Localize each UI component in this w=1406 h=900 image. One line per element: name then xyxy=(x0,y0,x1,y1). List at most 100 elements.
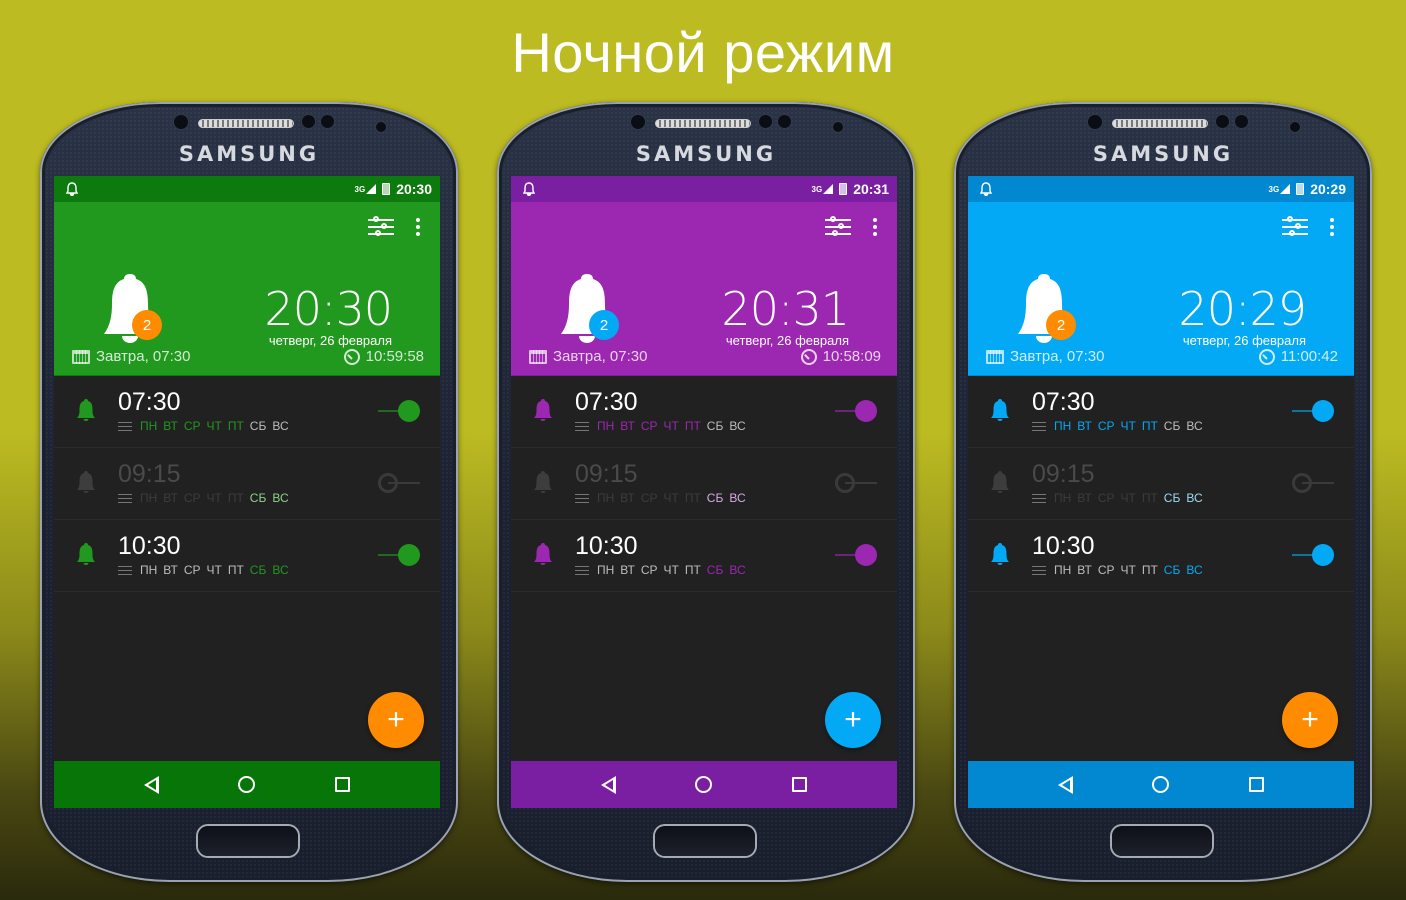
weekday-label: ПН xyxy=(597,563,615,577)
alarm-item-0730[interactable]: 07:30 ПН ВТ СР ЧТ ПТ СБ ВС xyxy=(511,376,897,448)
weekday-label: ВС xyxy=(1186,419,1203,433)
weekday-label: ВС xyxy=(272,419,289,433)
front-camera-icon xyxy=(833,122,843,132)
alarm-days: ПН ВТ СР ЧТ ПТ СБ ВС xyxy=(118,491,289,505)
alarm-toggle[interactable] xyxy=(1292,544,1334,566)
alarm-bell-icon xyxy=(534,399,552,421)
alarm-item-0730[interactable]: 07:30 ПН ВТ СР ЧТ ПТ СБ ВС xyxy=(54,376,440,448)
repeat-settings-icon xyxy=(118,421,132,432)
weekday-label: ПТ xyxy=(1141,563,1158,577)
weekday-label: СР xyxy=(640,491,658,505)
back-icon[interactable] xyxy=(600,775,616,794)
home-icon[interactable] xyxy=(695,776,713,793)
alarm-bell-icon xyxy=(991,471,1009,493)
alarm-item-1030[interactable]: 10:30 ПН ВТ СР ЧТ ПТ СБ ВС xyxy=(511,520,897,592)
weekday-label: ВТ xyxy=(163,419,178,433)
settings-sliders-icon[interactable] xyxy=(368,216,394,238)
alarm-time: 07:30 xyxy=(575,388,638,416)
repeat-settings-icon xyxy=(1032,421,1046,432)
weekday-label: СР xyxy=(183,563,201,577)
alarm-item-0915[interactable]: 09:15 ПН ВТ СР ЧТ ПТ СБ ВС xyxy=(54,448,440,520)
navigation-bar xyxy=(511,761,897,808)
countdown: 11:00:42 xyxy=(1258,348,1338,365)
alarm-item-1030[interactable]: 10:30 ПН ВТ СР ЧТ ПТ СБ ВС xyxy=(54,520,440,592)
alarm-item-1030[interactable]: 10:30 ПН ВТ СР ЧТ ПТ СБ ВС xyxy=(968,520,1354,592)
hardware-home-button[interactable] xyxy=(198,826,298,856)
add-alarm-button[interactable]: + xyxy=(825,692,881,748)
home-icon[interactable] xyxy=(1152,776,1170,793)
settings-sliders-icon[interactable] xyxy=(825,216,851,238)
weekday-label: ВТ xyxy=(1077,563,1092,577)
add-alarm-button[interactable]: + xyxy=(368,692,424,748)
weekday-label: ЧТ xyxy=(1120,491,1136,505)
more-options-icon[interactable] xyxy=(416,218,420,236)
settings-sliders-icon[interactable] xyxy=(1282,216,1308,238)
phone-frame-2: SAMSUNG 3G 20:31 2 20:31 четверг, 26 фев… xyxy=(497,102,915,882)
clock-date: четверг, 26 февраля xyxy=(1182,333,1306,348)
weekday-label: ПТ xyxy=(1141,491,1158,505)
alarm-time: 10:30 xyxy=(575,532,638,560)
add-alarm-button[interactable]: + xyxy=(1282,692,1338,748)
navigation-bar xyxy=(968,761,1354,808)
weekday-label: ПТ xyxy=(684,491,701,505)
alarm-bell-icon xyxy=(991,399,1009,421)
hardware-home-button[interactable] xyxy=(1112,826,1212,856)
alarm-count-badge: 2 xyxy=(1046,310,1076,340)
current-clock: 20:30 четверг, 26 февраля xyxy=(264,286,393,348)
alarm-toggle[interactable] xyxy=(835,472,877,494)
more-options-icon[interactable] xyxy=(1330,218,1334,236)
alarm-toggle[interactable] xyxy=(1292,472,1334,494)
weekday-label: СБ xyxy=(1163,563,1181,577)
phone-frame-3: SAMSUNG 3G 20:29 2 20:29 четверг, 26 фев… xyxy=(954,102,1372,882)
alarm-toggle[interactable] xyxy=(378,472,420,494)
alarm-bell-icon xyxy=(991,543,1009,565)
calendar-icon xyxy=(986,349,1004,364)
weekday-label: ВС xyxy=(729,563,746,577)
alarm-toggle[interactable] xyxy=(378,400,420,422)
recent-apps-icon[interactable] xyxy=(1249,777,1265,792)
alarm-item-0730[interactable]: 07:30 ПН ВТ СР ЧТ ПТ СБ ВС xyxy=(968,376,1354,448)
weekday-label: ВС xyxy=(1186,491,1203,505)
more-options-icon[interactable] xyxy=(873,218,877,236)
network-type: 3G xyxy=(811,185,823,194)
countdown-value: 11:00:42 xyxy=(1280,348,1338,365)
repeat-settings-icon xyxy=(1032,565,1046,576)
alarm-time: 07:30 xyxy=(118,388,181,416)
weekday-label: ПН xyxy=(140,563,158,577)
alarm-bell-icon xyxy=(77,471,95,493)
alarm-bell-icon xyxy=(77,399,95,421)
weekday-label: ПН xyxy=(1054,419,1072,433)
next-alarm: Завтра, 07:30 xyxy=(986,348,1104,365)
weekday-label: ПН xyxy=(1054,563,1072,577)
recent-apps-icon[interactable] xyxy=(792,777,808,792)
weekday-label: СР xyxy=(640,563,658,577)
calendar-icon xyxy=(72,349,90,364)
earpiece-speaker xyxy=(1112,119,1208,128)
header: 2 20:31 четверг, 26 февраля Завтра, 07:3… xyxy=(511,202,897,376)
clock-date: четверг, 26 февраля xyxy=(268,333,392,348)
brand-logo: SAMSUNG xyxy=(635,142,777,166)
hardware-home-button[interactable] xyxy=(655,826,755,856)
back-icon[interactable] xyxy=(143,775,159,794)
proximity-sensor-icon xyxy=(174,115,188,129)
alarm-toggle[interactable] xyxy=(1292,400,1334,422)
battery-charging-icon xyxy=(839,183,848,195)
alarm-toggle[interactable] xyxy=(378,544,420,566)
weekday-label: ПН xyxy=(140,491,158,505)
alarm-item-0915[interactable]: 09:15 ПН ВТ СР ЧТ ПТ СБ ВС xyxy=(968,448,1354,520)
earpiece-speaker xyxy=(655,119,751,128)
headline: Ночной режим xyxy=(511,21,895,84)
weekday-label: ПТ xyxy=(684,419,701,433)
recent-apps-icon[interactable] xyxy=(335,777,351,792)
alarm-time: 09:15 xyxy=(1032,460,1095,488)
alarm-toggle[interactable] xyxy=(835,400,877,422)
alarm-toggle[interactable] xyxy=(835,544,877,566)
status-time: 20:31 xyxy=(853,181,889,197)
home-icon[interactable] xyxy=(238,776,256,793)
alarm-days: ПН ВТ СР ЧТ ПТ СБ ВС xyxy=(575,491,746,505)
sensor-icon xyxy=(778,115,791,128)
alarm-item-0915[interactable]: 09:15 ПН ВТ СР ЧТ ПТ СБ ВС xyxy=(511,448,897,520)
weekday-label: ПТ xyxy=(227,563,244,577)
clock-date: четверг, 26 февраля xyxy=(725,333,849,348)
back-icon[interactable] xyxy=(1057,775,1073,794)
